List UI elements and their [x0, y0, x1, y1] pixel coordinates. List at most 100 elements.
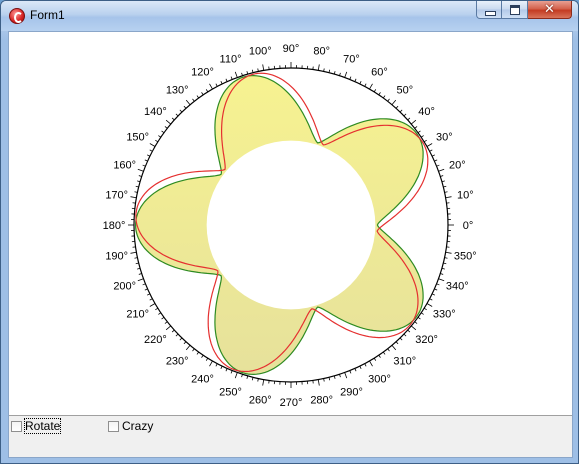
angle-tick	[403, 113, 407, 117]
angle-tick-label: 160°	[113, 160, 136, 172]
angle-tick	[414, 126, 418, 129]
angle-tick	[158, 312, 162, 315]
angle-tick	[225, 368, 228, 372]
app-window: Form1 ✕ 0° 10° 20° 30° 40° 50° 60° 70° 80° 90° 100…	[0, 0, 579, 464]
close-button[interactable]: ✕	[528, 1, 572, 19]
angle-tick	[149, 143, 156, 147]
angle-tick-label: 90°	[283, 43, 300, 55]
angle-tick	[175, 333, 179, 337]
angle-tick	[147, 293, 151, 296]
angle-tick	[205, 357, 209, 361]
angle-tick	[130, 251, 137, 254]
angle-tick-label: 20°	[449, 160, 466, 172]
angle-tick	[441, 267, 445, 270]
angle-tick	[349, 370, 352, 374]
angle-tick	[149, 298, 153, 301]
angle-tick-label: 70°	[343, 54, 360, 66]
angle-tick-label: 250°	[219, 386, 242, 398]
angle-tick	[205, 89, 209, 93]
minimize-button[interactable]	[476, 1, 502, 19]
angle-tick	[171, 117, 175, 121]
angle-tick	[230, 76, 233, 80]
polar-chart: 0° 10° 20° 30° 40° 50° 60° 70° 80° 90° 100° 110° 120…	[103, 43, 477, 409]
title-bar[interactable]: Form1 ✕	[1, 1, 578, 31]
angle-tick-label: 30°	[436, 132, 453, 144]
angle-tick	[349, 76, 352, 80]
angle-tick-label: 340°	[446, 281, 469, 293]
angle-tick	[438, 168, 445, 172]
angle-tick	[373, 357, 377, 361]
angle-tick	[225, 78, 228, 82]
angle-tick	[423, 307, 427, 311]
angle-tick-label: 50°	[396, 84, 413, 96]
rotate-label[interactable]: Rotate	[23, 418, 62, 434]
maximize-button[interactable]	[502, 1, 528, 19]
angle-tick	[429, 298, 433, 301]
angle-tick-label: 290°	[340, 386, 363, 398]
angle-tick	[234, 372, 238, 379]
angle-tick-label: 120°	[191, 67, 214, 79]
angle-tick-label: 110°	[220, 54, 242, 66]
angle-tick	[155, 139, 159, 143]
angle-tick	[220, 81, 223, 85]
angle-tick	[378, 354, 381, 358]
angle-tick	[403, 333, 407, 337]
controls-panel: Rotate Crazy	[9, 416, 572, 457]
angle-tick	[411, 119, 417, 125]
angle-tick	[149, 149, 153, 152]
angle-tick	[137, 278, 144, 282]
angle-tick	[164, 126, 168, 129]
angle-tick	[438, 278, 445, 282]
angle-tick-label: 130°	[166, 84, 189, 96]
angle-tick-label: 260°	[249, 394, 272, 406]
angle-tick	[164, 321, 168, 324]
app-icon[interactable]	[9, 8, 25, 24]
angle-tick-label: 320°	[415, 334, 438, 346]
angle-tick	[262, 64, 265, 71]
angle-tick	[354, 78, 357, 82]
angle-tick	[179, 109, 183, 113]
rotate-checkbox[interactable]: Rotate	[11, 418, 62, 434]
angle-tick-label: 350°	[454, 251, 477, 263]
angle-tick	[209, 83, 213, 90]
angle-tick	[333, 375, 336, 379]
angle-tick	[423, 139, 427, 143]
angle-tick	[436, 283, 440, 286]
angle-tick-label: 140°	[144, 106, 167, 118]
angle-tick	[429, 149, 433, 152]
angle-tick	[165, 325, 171, 331]
angle-tick-label: 150°	[126, 132, 149, 144]
angle-tick-label: 10°	[457, 189, 474, 201]
angle-tick	[382, 95, 386, 99]
crazy-label[interactable]: Crazy	[122, 419, 153, 433]
angle-tick	[262, 379, 265, 386]
angle-tick-label: 280°	[310, 394, 333, 406]
angle-tick-label: 200°	[113, 281, 136, 293]
angle-tick	[426, 143, 433, 147]
angle-tick	[230, 370, 233, 374]
angle-tick-label: 230°	[166, 356, 189, 368]
close-icon: ✕	[544, 2, 555, 17]
angle-tick-label: 0°	[463, 220, 474, 232]
angle-tick	[426, 303, 433, 307]
angle-tick	[431, 154, 435, 157]
angle-tick	[175, 113, 179, 117]
angle-tick-label: 180°	[103, 220, 126, 232]
angle-tick	[158, 135, 162, 138]
angle-tick	[165, 119, 171, 125]
angle-tick	[434, 159, 438, 162]
rotate-checkbox-box[interactable]	[11, 420, 22, 432]
angle-tick-label: 80°	[313, 46, 330, 58]
angle-tick	[364, 363, 367, 367]
angle-tick	[364, 83, 367, 87]
angle-tick	[185, 99, 191, 105]
angle-tick	[354, 368, 357, 372]
angle-tick	[192, 348, 195, 352]
angle-tick	[137, 267, 141, 270]
angle-tick	[183, 341, 187, 345]
crazy-checkbox[interactable]: Crazy	[108, 419, 153, 433]
crazy-checkbox-box[interactable]	[108, 420, 119, 432]
angle-tick	[407, 117, 411, 121]
angle-tick	[440, 175, 444, 177]
angle-tick	[209, 360, 213, 367]
